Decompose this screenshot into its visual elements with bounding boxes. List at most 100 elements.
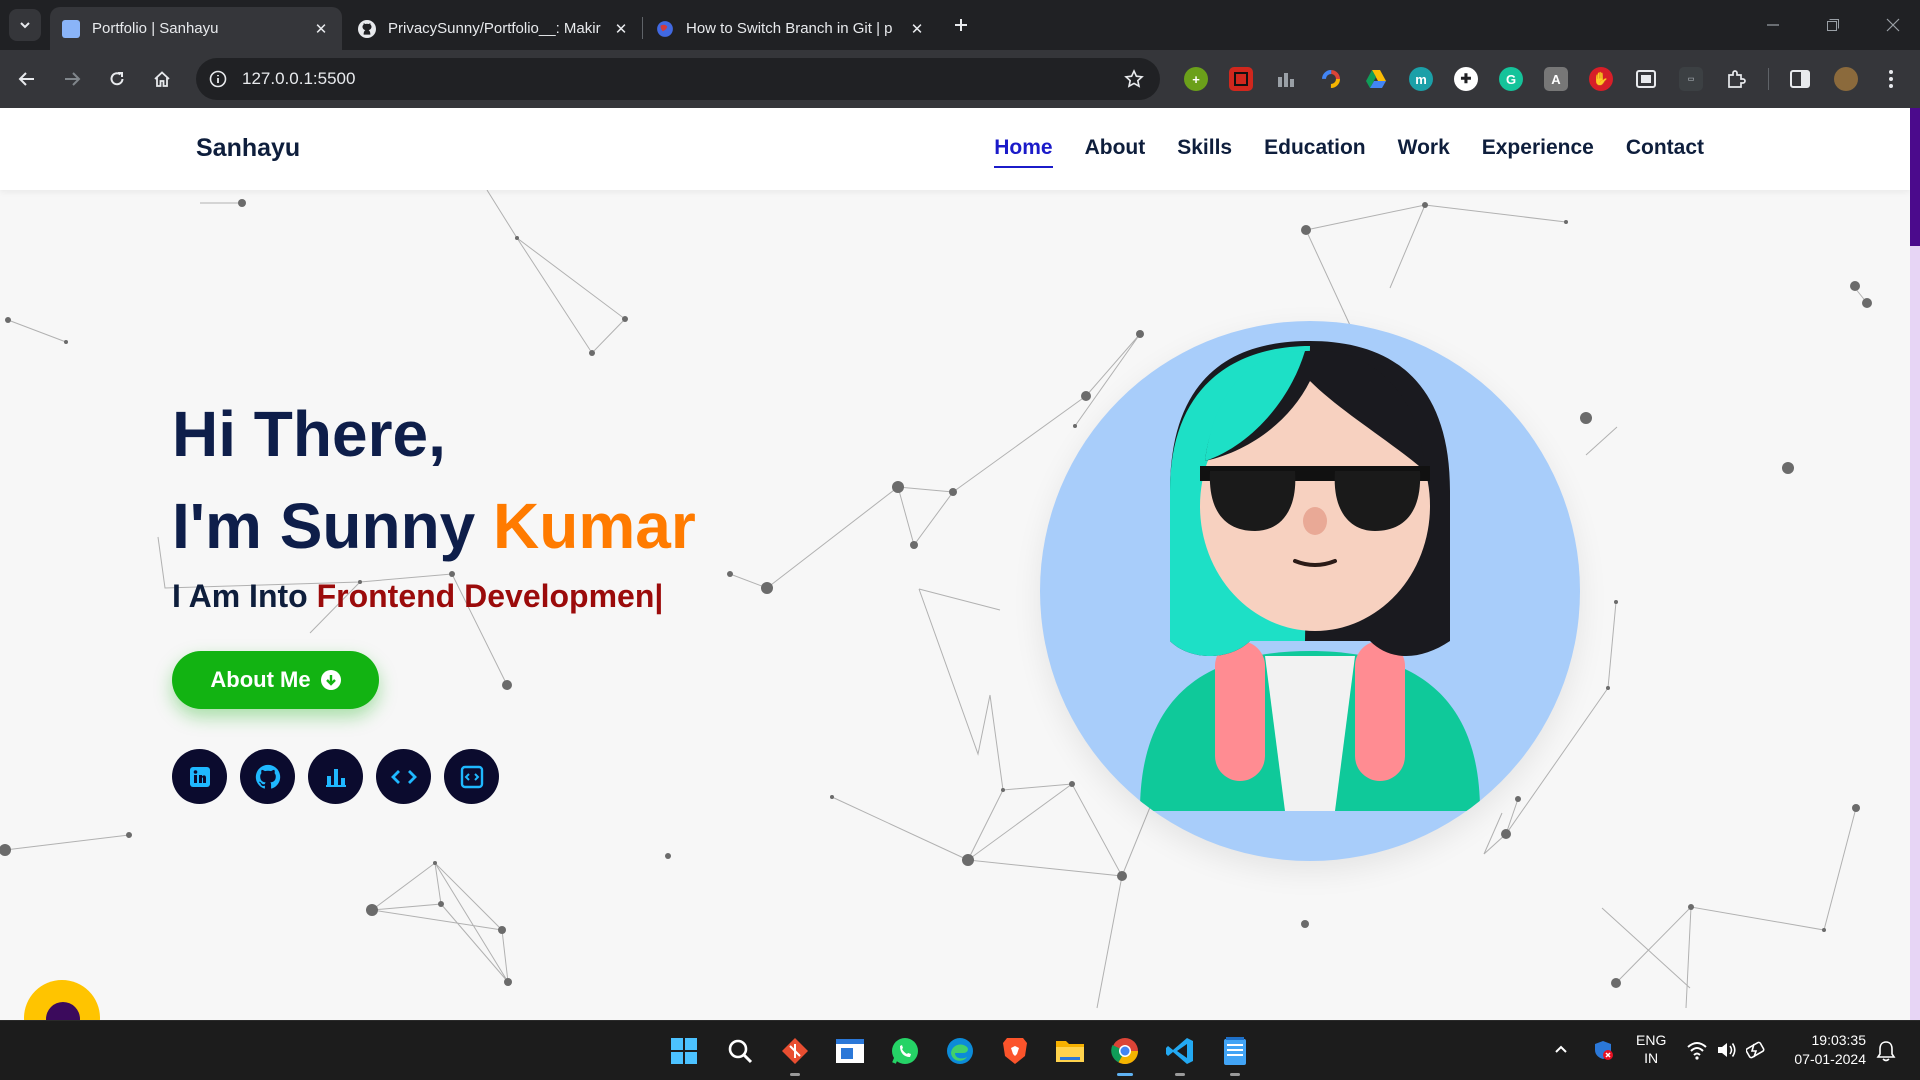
wifi-icon[interactable] xyxy=(1686,1040,1708,1063)
nav-link-contact[interactable]: Contact xyxy=(1626,136,1704,160)
code-window-icon[interactable] xyxy=(444,749,499,804)
taskbar-brave[interactable] xyxy=(997,1033,1033,1069)
nav-link-about[interactable]: About xyxy=(1085,136,1146,160)
screen: Portfolio | Sanhayu ✕ PrivacySunny/Portf… xyxy=(0,0,1920,1080)
avatar-girl-sunglasses-image xyxy=(1140,341,1480,811)
git-gui-icon xyxy=(782,1038,808,1064)
reload-button[interactable] xyxy=(101,63,133,95)
chrome-icon xyxy=(1111,1038,1139,1065)
extension-grey-icon[interactable]: ▭ xyxy=(1679,67,1703,91)
code-icon[interactable] xyxy=(376,749,431,804)
vscode-icon xyxy=(1166,1038,1193,1064)
github-icon[interactable] xyxy=(240,749,295,804)
bookmark-star-icon[interactable] xyxy=(1122,67,1146,91)
nav-link-skills[interactable]: Skills xyxy=(1177,136,1232,160)
typed-role: Frontend Developmen| xyxy=(316,578,664,614)
notifications-bell-icon[interactable] xyxy=(1876,1040,1896,1065)
extension-pdf-icon[interactable] xyxy=(1229,67,1253,91)
security-tray-icon[interactable] xyxy=(1592,1039,1614,1064)
site-info-icon[interactable] xyxy=(206,67,230,91)
show-hidden-icons-button[interactable] xyxy=(1553,1041,1569,1060)
close-tab-icon[interactable]: ✕ xyxy=(612,20,630,38)
nav-link-experience[interactable]: Experience xyxy=(1482,136,1594,160)
new-tab-button[interactable] xyxy=(948,12,974,38)
minimize-button[interactable] xyxy=(1758,10,1788,40)
side-panel-icon[interactable] xyxy=(1788,67,1812,91)
home-button[interactable] xyxy=(146,63,178,95)
home-icon xyxy=(154,71,170,87)
page-scrollbar-thumb[interactable] xyxy=(1910,108,1920,246)
battery-icon[interactable] xyxy=(1745,1040,1768,1063)
language-indicator[interactable]: ENG IN xyxy=(1636,1031,1666,1067)
tab-title: PrivacySunny/Portfolio__: Makir xyxy=(388,20,601,37)
about-me-label: About Me xyxy=(210,667,311,692)
taskbar-chrome[interactable] xyxy=(1107,1033,1143,1076)
volume-icon[interactable] xyxy=(1716,1040,1738,1063)
extension-m-icon[interactable]: m xyxy=(1409,67,1433,91)
typed-prefix: I Am Into xyxy=(172,578,317,614)
taskbar-search-button[interactable] xyxy=(722,1033,758,1069)
profile-avatar[interactable] xyxy=(1834,67,1858,91)
forward-button[interactable] xyxy=(56,63,88,95)
linkedin-icon[interactable] xyxy=(172,749,227,804)
arrow-down-circle-icon xyxy=(320,670,341,690)
tab-search-button[interactable] xyxy=(9,9,41,41)
extension-a-icon[interactable]: A xyxy=(1544,67,1568,91)
taskbar-git-gui[interactable] xyxy=(777,1033,813,1076)
clock-date: 07-01-2024 xyxy=(1794,1051,1866,1067)
start-button[interactable] xyxy=(666,1033,702,1069)
taskbar-file-explorer[interactable] xyxy=(1052,1033,1088,1069)
windows-logo-icon xyxy=(671,1038,697,1064)
taskbar-edge[interactable] xyxy=(942,1033,978,1069)
close-tab-icon[interactable]: ✕ xyxy=(312,20,330,38)
back-button[interactable] xyxy=(11,63,43,95)
extension-plus-icon[interactable]: + xyxy=(1184,67,1208,91)
active-indicator xyxy=(1117,1073,1133,1076)
taskbar-window-app[interactable] xyxy=(832,1033,868,1069)
stats-icon[interactable] xyxy=(308,749,363,804)
hero-typed-text: I Am Into Frontend Developmen| xyxy=(172,578,663,615)
language-region: IN xyxy=(1644,1050,1659,1066)
clock[interactable]: 19:03:35 07-01-2024 xyxy=(1786,1031,1866,1069)
extension-colorwheel-icon[interactable] xyxy=(1319,67,1343,91)
edge-icon xyxy=(947,1038,973,1064)
tab-git-branch[interactable]: How to Switch Branch in Git | p ✕ xyxy=(644,7,938,50)
tab-github[interactable]: PrivacySunny/Portfolio__: Makir ✕ xyxy=(346,7,642,50)
taskbar-whatsapp[interactable] xyxy=(887,1033,923,1069)
site-brand-logo[interactable]: Sanhayu xyxy=(196,134,300,163)
running-indicator xyxy=(1230,1073,1240,1076)
taskbar-vscode[interactable] xyxy=(1162,1033,1198,1076)
reload-icon xyxy=(110,72,124,86)
social-links xyxy=(172,749,499,804)
google-drive-icon[interactable] xyxy=(1364,67,1388,91)
taskbar-notepad[interactable] xyxy=(1217,1033,1253,1076)
hero-name-first: I'm Sunny xyxy=(172,490,494,562)
search-icon xyxy=(728,1039,753,1064)
arrow-right-icon xyxy=(65,72,81,86)
nav-link-home[interactable]: Home xyxy=(994,136,1053,168)
extensions-puzzle-icon[interactable] xyxy=(1724,67,1748,91)
extension-window-icon[interactable] xyxy=(1634,67,1658,91)
close-window-button[interactable] xyxy=(1878,10,1908,40)
hero-heading: Hi There, I'm Sunny Kumar xyxy=(172,388,696,572)
tab-title: Portfolio | Sanhayu xyxy=(92,20,219,37)
more-menu-icon[interactable] xyxy=(1879,67,1903,91)
extension-stats-icon[interactable] xyxy=(1274,67,1298,91)
nav-link-work[interactable]: Work xyxy=(1398,136,1450,160)
chevron-down-icon xyxy=(20,22,30,29)
grammarly-icon[interactable]: G xyxy=(1499,67,1523,91)
chevron-up-icon xyxy=(1555,1045,1567,1053)
window-app-icon xyxy=(836,1039,864,1063)
address-bar[interactable]: 127.0.0.1:5500 xyxy=(196,58,1160,100)
close-tab-icon[interactable]: ✕ xyxy=(908,20,926,38)
site-navbar: Sanhayu Home About Skills Education Work… xyxy=(0,108,1910,190)
browser-toolbar: 127.0.0.1:5500 + m ✚ G A ✋ ▭ xyxy=(0,50,1920,108)
tab-portfolio[interactable]: Portfolio | Sanhayu ✕ xyxy=(50,7,342,50)
extension-cross-icon[interactable]: ✚ xyxy=(1454,67,1478,91)
whatsapp-icon xyxy=(892,1038,918,1064)
extension-hand-icon[interactable]: ✋ xyxy=(1589,67,1613,91)
hero-name-accent: Kumar xyxy=(493,490,696,562)
restore-button[interactable] xyxy=(1818,10,1848,40)
about-me-button[interactable]: About Me xyxy=(172,651,379,709)
nav-link-education[interactable]: Education xyxy=(1264,136,1366,160)
